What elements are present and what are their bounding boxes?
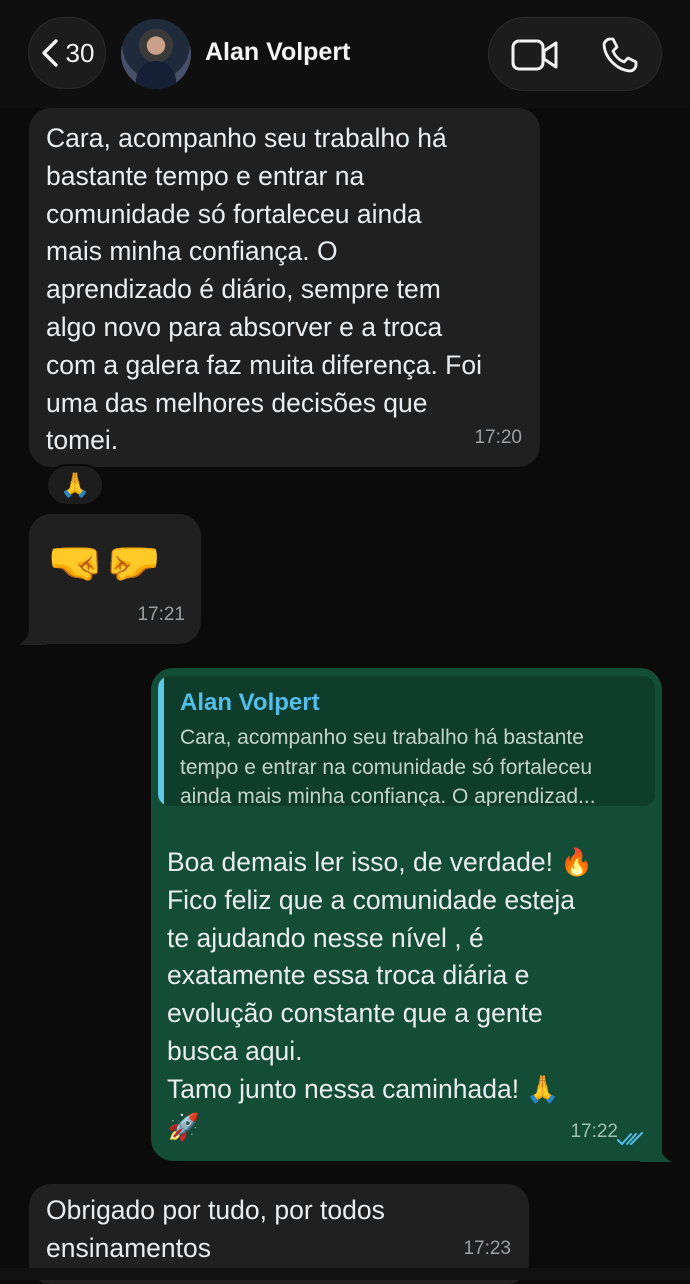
quote-text: Cara, acompanho seu trabalho há bastante… xyxy=(180,726,596,806)
composer-edge xyxy=(0,1268,690,1280)
avatar[interactable] xyxy=(121,19,191,89)
back-button[interactable]: 30 xyxy=(28,17,106,89)
message-time: 17:21 xyxy=(137,604,185,626)
message-bubble-outgoing[interactable]: Alan Volpert Cara, acompanho seu trabalh… xyxy=(151,668,662,1161)
quoted-message[interactable]: Alan Volpert Cara, acompanho seu trabalh… xyxy=(158,676,655,806)
quote-author: Alan Volpert xyxy=(180,689,320,716)
video-camera-icon[interactable] xyxy=(511,38,559,72)
message-text: Cara, acompanho seu trabalho há bastante… xyxy=(46,123,482,456)
message-bubble-incoming[interactable]: Cara, acompanho seu trabalho há bastante… xyxy=(29,108,540,467)
message-time: 17:23 xyxy=(463,1238,511,1259)
unread-count: 30 xyxy=(65,37,95,68)
message-time: 17:20 xyxy=(474,427,522,449)
phone-icon[interactable] xyxy=(601,36,639,74)
chat-header: 30 Alan Volpert xyxy=(0,0,690,108)
call-actions xyxy=(488,17,662,91)
contact-name[interactable]: Alan Volpert xyxy=(205,38,350,67)
message-emoji: 🤜🤛 xyxy=(47,536,162,588)
chevron-left-icon xyxy=(41,39,58,67)
message-bubble-incoming[interactable]: 🤜🤛 17:21 xyxy=(29,514,201,644)
message-time: 17:22 xyxy=(570,1121,618,1143)
message-text: Boa demais ler isso, de verdade! 🔥 Fico … xyxy=(167,847,594,1142)
bubble-tail xyxy=(640,1137,672,1162)
message-reaction[interactable]: 🙏 xyxy=(46,464,104,506)
message-text: Obrigado por tudo, por todos ensinamento… xyxy=(46,1195,385,1263)
